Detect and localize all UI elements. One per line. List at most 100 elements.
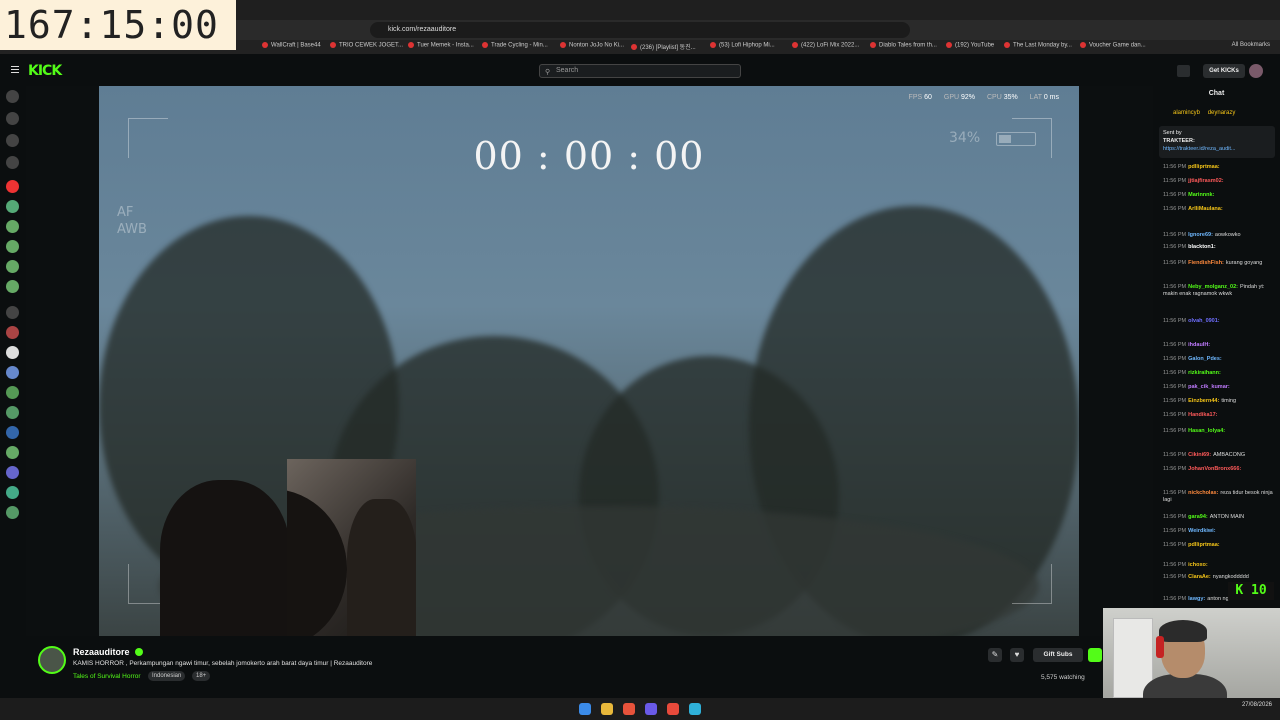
chat-message: 11:56 PM blackton1: [1163,244,1275,251]
folder-icon[interactable] [601,703,613,715]
tag-age[interactable]: 18+ [192,671,211,681]
pinned-message[interactable]: Sent by TRAKTEER: https://trakteer.id/re… [1159,126,1275,158]
sidebar-channel-avatar[interactable] [6,366,19,379]
chat-time: 11:56 PM [1163,398,1187,404]
streamer-name[interactable]: Rezaauditore [73,647,130,657]
chrome-icon[interactable] [667,703,679,715]
edge-icon[interactable] [689,703,701,715]
bookmark-item[interactable]: Trade Cycling - Min... [482,42,548,49]
subscribe-button[interactable] [1088,648,1102,662]
bookmark-item[interactable]: Diablo Tales from th... [870,42,937,49]
chat-message: 11:56 PM pdlliprtmaa: [1163,164,1275,171]
sidebar-channel-avatar[interactable] [6,134,19,147]
chat-username[interactable]: ClaraAe: [1188,574,1211,580]
chat-username[interactable]: lawgy: [1188,596,1205,602]
chat-time: 11:56 PM [1163,412,1187,418]
chat-message: 11:56 PM rizkiraihann: [1163,370,1275,377]
chat-username[interactable]: pak_cik_kumar: [1188,384,1230,390]
chat-time: 11:56 PM [1163,206,1187,212]
chat-title: Chat [1208,90,1225,97]
brave-icon[interactable] [623,703,635,715]
bookmark-item[interactable]: TRIO CEWEK JOGET... [330,42,403,49]
chat-username[interactable]: pdlliprtmaa: [1188,164,1219,170]
chat-username[interactable]: pdlliprtmaa: [1188,542,1219,548]
sidebar-channel-avatar[interactable] [6,326,19,339]
search-icon: ⚲ [545,69,551,76]
top-gifter-2[interactable]: deynarazy [1208,110,1236,116]
chat-username[interactable]: olvah_0901: [1188,318,1220,324]
webcam-overlay [287,459,416,636]
chat-username[interactable]: Einzbern44: [1188,398,1219,404]
chat-username[interactable]: Handika17: [1188,412,1217,418]
get-kicks-button[interactable]: Get KICKs [1203,64,1245,78]
user-avatar[interactable] [1249,64,1263,78]
discord-icon[interactable] [645,703,657,715]
kick-logo[interactable]: KICK [28,63,62,79]
menu-icon[interactable] [11,66,19,73]
bookmark-item[interactable]: (422) LoFi Mix 2022... [792,42,859,49]
bookmark-item[interactable]: (236) [Playlist] 동진... [631,42,696,51]
sidebar-channel-avatar[interactable] [6,220,19,233]
bookmark-item[interactable]: WallCraft | Base44 [262,42,321,49]
sidebar-channel-avatar[interactable] [6,306,19,319]
gift-subs-button[interactable]: Gift Subs [1033,648,1083,662]
sidebar-channel-avatar[interactable] [6,260,19,273]
url-field[interactable]: kick.com/rezaauditore [370,22,910,38]
stream-info-bar: Rezaauditore KAMIS HORROR , Perkampungan… [26,636,1153,696]
awb-label: AWB [117,222,147,237]
sidebar-channel-avatar[interactable] [6,446,19,459]
chat-username[interactable]: ArlliMaulana: [1188,206,1223,212]
sidebar-channel-avatar[interactable] [6,486,19,499]
chat-username[interactable]: gara94: [1188,514,1208,520]
sidebar-channel-avatar[interactable] [6,466,19,479]
bookmark-item[interactable]: (192) YouTube [946,42,994,49]
sidebar-channel-avatar[interactable] [6,200,19,213]
chat-username[interactable]: Marinnnk: [1188,192,1214,198]
sidebar-channel-avatar[interactable] [6,406,19,419]
heart-icon[interactable]: ♥ [1010,648,1024,662]
sidebar-channel-avatar[interactable] [6,180,19,193]
sidebar-channel-avatar[interactable] [6,386,19,399]
chat-username[interactable]: Galon_Pdes: [1188,356,1222,362]
chat-username[interactable]: Ignore69: [1188,232,1213,238]
chat-username[interactable]: nickcholas: [1188,490,1218,496]
chat-username[interactable]: ichoxo: [1188,562,1208,568]
chat-top-gifters: alamincyb deynarazy [1173,110,1241,116]
chat-username[interactable]: Hasan_lolya4: [1188,428,1225,434]
windows-icon[interactable] [579,703,591,715]
bookmark-item[interactable]: The Last Monday by... [1004,42,1072,49]
pin-icon[interactable]: ✎ [988,648,1002,662]
sidebar-channel-avatar[interactable] [6,346,19,359]
top-gifter-1[interactable]: alamincyb [1173,110,1200,116]
bookmark-item[interactable]: Tuer Memek - Insta... [408,42,474,49]
chat-username[interactable]: blackton1: [1188,244,1216,250]
bookmark-item[interactable]: Nonton JoJo No Ki... [560,42,624,49]
chat-username[interactable]: Neby_molganz_02: [1188,284,1238,290]
system-clock: 27/08/2026 [1242,701,1272,709]
sidebar-channel-avatar[interactable] [6,156,19,169]
sidebar-channel-avatar[interactable] [6,506,19,519]
pinned-link[interactable]: https://trakteer.id/reza_audit... [1163,146,1235,152]
chat-username[interactable]: rizkiraihann: [1188,370,1221,376]
search-input[interactable]: ⚲ Search [539,64,741,78]
chat-username[interactable]: Weirdkiwi: [1188,528,1215,534]
chat-username[interactable]: JohanVonBronx666: [1188,466,1241,472]
sidebar-channel-avatar[interactable] [6,112,19,125]
chat-username[interactable]: ihdaulH: [1188,342,1210,348]
streamer-avatar[interactable] [38,646,66,674]
chat-username[interactable]: Cikini69: [1188,452,1211,458]
sidebar-channel-avatar[interactable] [6,426,19,439]
chat-time: 11:56 PM [1163,370,1187,376]
category-link[interactable]: Tales of Survival Horror [73,673,141,680]
sidebar-channel-avatar[interactable] [6,280,19,293]
chat-username[interactable]: FiendishFish: [1188,260,1224,266]
sidebar-channel-avatar[interactable] [6,240,19,253]
bookmark-item[interactable]: Voucher Game dan... [1080,42,1146,49]
grid-icon[interactable] [1177,65,1190,77]
bookmark-item[interactable]: (53) Lofi Hiphop Mi... [710,42,775,49]
chat-time: 11:56 PM [1163,342,1187,348]
tag-language[interactable]: Indonesian [148,671,186,681]
all-bookmarks[interactable]: All Bookmarks [1232,42,1270,48]
sidebar-channel-avatar[interactable] [6,90,19,103]
chat-username[interactable]: jjtiajfirasm02: [1188,178,1223,184]
